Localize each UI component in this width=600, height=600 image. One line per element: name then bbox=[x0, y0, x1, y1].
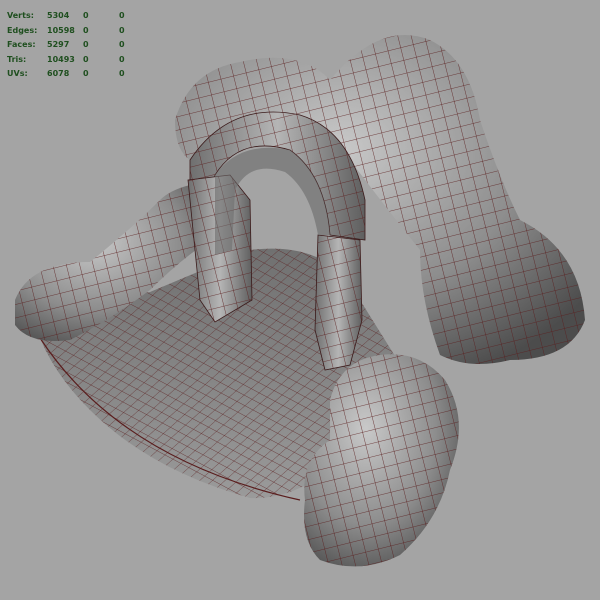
hud-label: UVs: bbox=[7, 69, 28, 78]
hud-label: Tris: bbox=[7, 54, 27, 64]
hud-selected: 0 bbox=[83, 25, 89, 35]
hud-label: Edges: bbox=[7, 25, 38, 35]
cave-arch-mesh[interactable] bbox=[0, 0, 600, 600]
hud-component: 0 bbox=[119, 69, 125, 78]
hud-value: 10493 bbox=[47, 54, 75, 64]
hud-row-edges: Edges: 10598 0 0 bbox=[7, 24, 139, 39]
hud-component: 0 bbox=[119, 25, 125, 35]
hud-component: 0 bbox=[119, 40, 125, 49]
hud-value: 5297 bbox=[47, 40, 70, 49]
hud-selected: 0 bbox=[83, 69, 89, 78]
hud-value: 5304 bbox=[47, 11, 70, 20]
hud-row-uvs: UVs: 6078 0 0 bbox=[7, 67, 139, 82]
hud-selected: 0 bbox=[83, 11, 89, 20]
hud-component: 0 bbox=[119, 11, 125, 20]
hud-row-tris: Tris: 10493 0 0 bbox=[7, 53, 139, 68]
hud-row-verts: Verts: 5304 0 0 bbox=[7, 9, 139, 24]
hud-selected: 0 bbox=[83, 40, 89, 49]
hud-row-faces: Faces: 5297 0 0 bbox=[7, 38, 139, 53]
hud-label: Verts: bbox=[7, 11, 34, 20]
hud-selected: 0 bbox=[83, 54, 89, 64]
hud-value: 10598 bbox=[47, 25, 75, 35]
hud-label: Faces: bbox=[7, 40, 36, 49]
3d-viewport[interactable]: Verts: 5304 0 0 Edges: 10598 0 0 Faces: … bbox=[0, 0, 600, 600]
heads-up-display: Verts: 5304 0 0 Edges: 10598 0 0 Faces: … bbox=[7, 9, 139, 82]
hud-value: 6078 bbox=[47, 69, 70, 78]
hud-component: 0 bbox=[119, 54, 125, 64]
